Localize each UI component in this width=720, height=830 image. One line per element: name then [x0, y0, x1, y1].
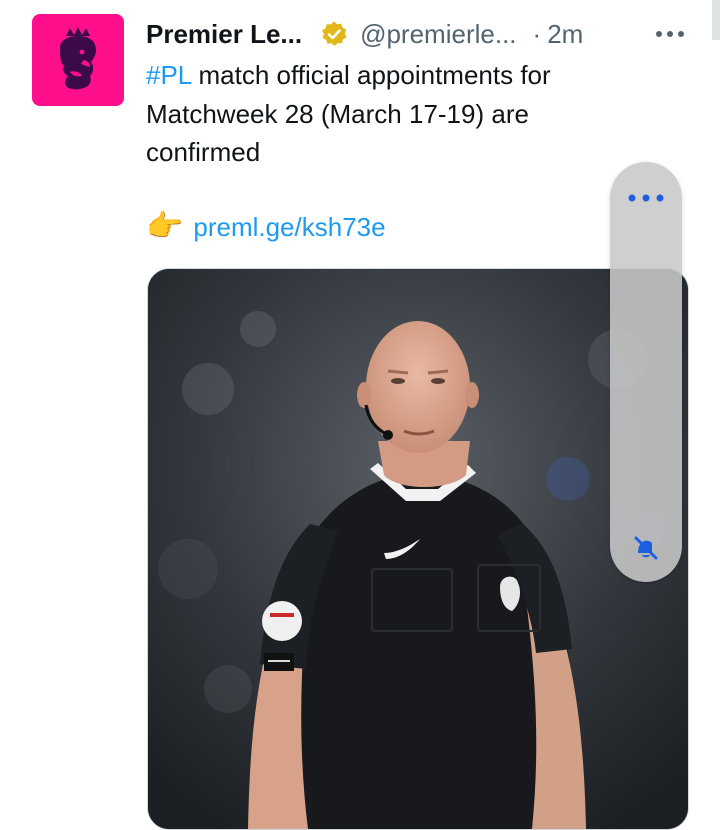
scrollbar-edge[interactable] [712, 0, 720, 40]
avatar[interactable] [32, 14, 124, 106]
tweet-text: #PL match official appointments for Matc… [146, 56, 626, 172]
separator-dot: · [532, 18, 542, 49]
tweet-link[interactable]: preml.ge/ksh73e [193, 208, 385, 246]
timestamp[interactable]: 2m [547, 19, 583, 50]
tweet-header: Premier Le... @premierle... · 2m [146, 16, 706, 52]
hashtag-link[interactable]: #PL [146, 60, 191, 90]
mute-notifications-button[interactable] [626, 528, 666, 568]
more-options-icon [656, 31, 684, 37]
more-options-button[interactable] [650, 20, 690, 48]
panel-more-icon [628, 194, 664, 202]
tweet-body-text: match official appointments for Matchwee… [146, 60, 551, 167]
floating-side-panel [610, 162, 682, 582]
author-name[interactable]: Premier Le... [146, 19, 302, 50]
tweet[interactable]: Premier Le... @premierle... · 2m #PL mat… [0, 0, 720, 830]
referee-photo [148, 269, 688, 829]
notifications-off-icon [634, 536, 658, 560]
premier-league-lion-icon [60, 27, 96, 90]
verified-badge-icon [320, 20, 348, 48]
link-line: 👉 preml.ge/ksh73e [146, 208, 386, 246]
panel-more-button[interactable] [610, 182, 682, 214]
tweet-media-image[interactable] [147, 268, 689, 830]
pointing-hand-icon: 👉 [146, 210, 184, 243]
author-handle[interactable]: @premierle... [360, 19, 516, 50]
